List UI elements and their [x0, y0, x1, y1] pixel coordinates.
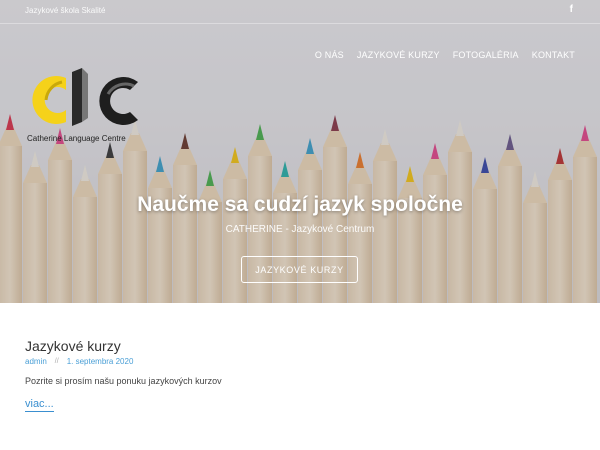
post-item: Jazykové kurzy admin // 1. septembra 202… [25, 338, 575, 412]
meta-separator: // [54, 358, 59, 365]
logo-text: Catherine Language Centre [27, 134, 126, 143]
facebook-icon[interactable]: f [570, 4, 573, 15]
nav-item-kontakt[interactable]: KONTAKT [532, 50, 575, 60]
courses-button[interactable]: JAZYKOVÉ KURZY [241, 256, 358, 283]
site-logo[interactable]: Catherine Language Centre [26, 64, 156, 146]
site-tagline: Jazykové škola Skalité [25, 6, 106, 15]
hero-subtitle: CATHERINE - Jazykové Centrum [225, 224, 375, 235]
post-meta: admin // 1. septembra 2020 [25, 357, 575, 366]
main-nav: O NÁS JAZYKOVÉ KURZY FOTOGALÉRIA KONTAKT [315, 50, 575, 60]
post-title[interactable]: Jazykové kurzy [25, 338, 575, 354]
nav-item-o-nas[interactable]: O NÁS [315, 50, 344, 60]
post-date[interactable]: 1. septembra 2020 [67, 357, 134, 366]
logo-mark [32, 68, 138, 126]
hero-title: Naučme sa cudzí jazyk spoločne [137, 193, 463, 216]
read-more-link[interactable]: viac... [25, 398, 54, 412]
post-author[interactable]: admin [25, 357, 47, 366]
nav-item-jazykove-kurzy[interactable]: JAZYKOVÉ KURZY [357, 50, 440, 60]
post-excerpt: Pozrite si prosím našu ponuku jazykových… [25, 376, 222, 386]
nav-item-fotogaleria[interactable]: FOTOGALÉRIA [453, 50, 519, 60]
hero-section: Jazykové škola Skalité f Catherine Langu… [0, 0, 600, 303]
top-bar: Jazykové škola Skalité f [0, 0, 600, 24]
